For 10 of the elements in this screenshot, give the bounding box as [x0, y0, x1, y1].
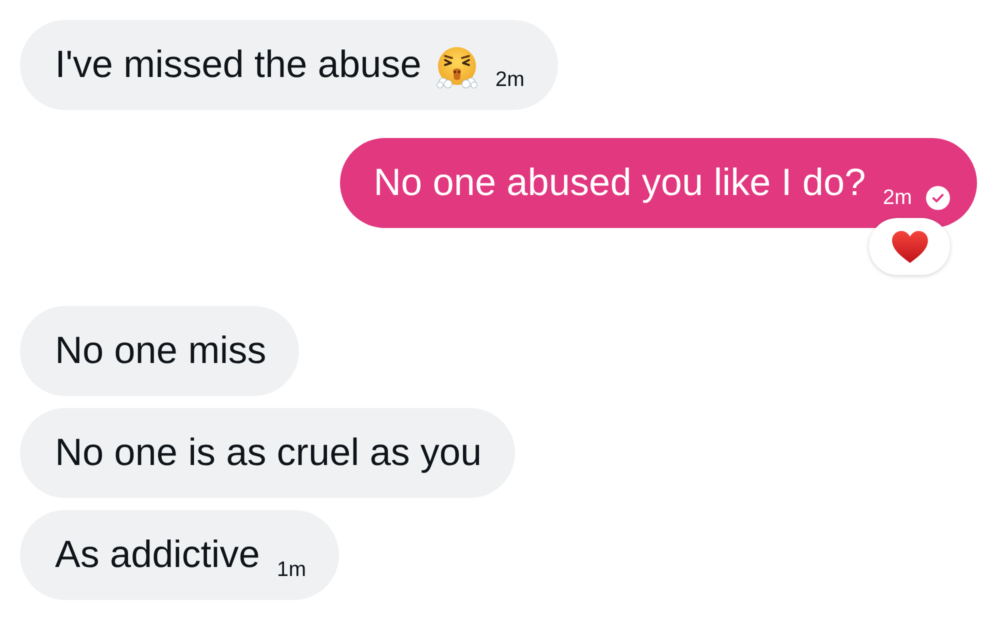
message-text: As addictive [55, 533, 260, 577]
reaction-badge[interactable] [869, 218, 950, 275]
heart-icon [890, 230, 928, 264]
message-text: No one abused you like I do? [374, 161, 866, 205]
message-text: No one is as cruel as you [55, 431, 482, 475]
message-text: I've missed the abuse [55, 43, 422, 87]
message-text: No one miss [55, 329, 266, 373]
timestamp: 2m [882, 187, 912, 208]
timestamp: 1m [276, 559, 306, 580]
timestamp: 2m [495, 69, 525, 90]
